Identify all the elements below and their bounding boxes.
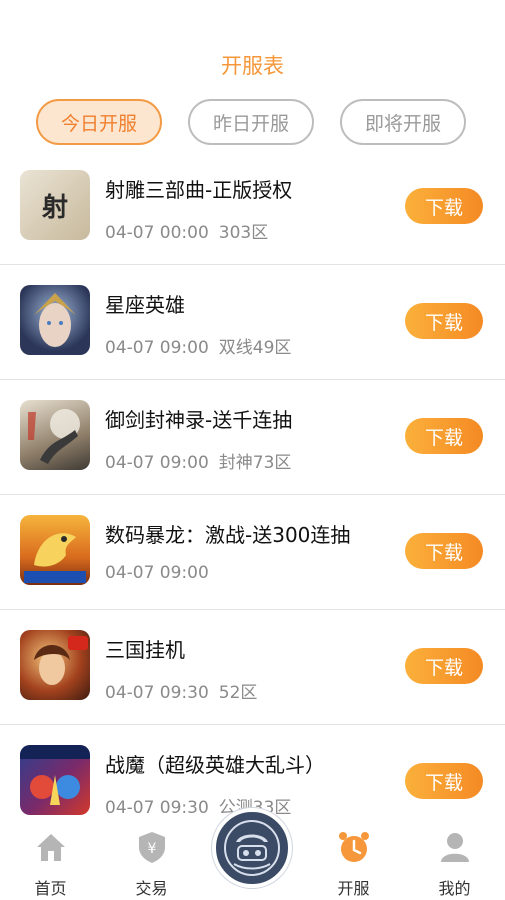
- download-button[interactable]: 下载: [405, 303, 483, 339]
- xingzuo-icon: [20, 285, 90, 355]
- list-item[interactable]: 星座英雄 04-07 09:00 双线49区 下载: [0, 265, 505, 380]
- home-icon: [36, 834, 65, 861]
- server-name: 303区: [218, 223, 269, 243]
- nav-label: 首页: [34, 879, 67, 898]
- list-item[interactable]: 三国挂机 04-07 09:30 52区 下载: [0, 610, 505, 725]
- game-meta: 04-07 09:00 封神73区: [105, 448, 291, 473]
- game-name: 御剑封神录-送千连抽: [105, 408, 293, 432]
- shield-yen-icon: ¥: [138, 832, 165, 863]
- open-time: 04-07 00:00: [105, 223, 209, 243]
- server-tabs: 今日开服 昨日开服 即将开服: [0, 99, 505, 145]
- game-meta: 04-07 00:00 303区: [105, 218, 268, 243]
- nav-home[interactable]: 首页: [0, 815, 101, 900]
- page-title: 开服表: [221, 54, 284, 78]
- user-icon: [440, 833, 469, 862]
- download-button[interactable]: 下载: [405, 533, 483, 569]
- nav-server[interactable]: 开服: [303, 815, 404, 900]
- open-time: 04-07 09:00: [105, 338, 209, 358]
- nav-mine[interactable]: 我的: [404, 815, 505, 900]
- tab-yesterday[interactable]: 昨日开服: [188, 99, 314, 145]
- nav-label: 我的: [438, 879, 471, 898]
- game-name: 战魔（超级英雄大乱斗）: [105, 753, 325, 777]
- center-logo-icon: [224, 820, 280, 876]
- tab-upcoming[interactable]: 即将开服: [340, 99, 466, 145]
- open-time: 04-07 09:00: [105, 563, 209, 583]
- download-button[interactable]: 下载: [405, 648, 483, 684]
- server-name: 52区: [218, 683, 258, 703]
- game-name: 数码暴龙：激战-送300连抽: [105, 523, 351, 547]
- open-time: 04-07 09:30: [105, 683, 209, 703]
- yujian-icon: [20, 400, 90, 470]
- download-button[interactable]: 下载: [405, 418, 483, 454]
- download-button[interactable]: 下载: [405, 188, 483, 224]
- download-button[interactable]: 下载: [405, 763, 483, 799]
- open-time: 04-07 09:00: [105, 453, 209, 473]
- zhanmo-icon: [20, 745, 90, 815]
- center-logo-button[interactable]: [212, 808, 292, 888]
- game-meta: 04-07 09:00 双线49区: [105, 333, 291, 358]
- nav-trade[interactable]: ¥ 交易: [101, 815, 202, 900]
- svg-text:¥: ¥: [147, 841, 156, 857]
- game-name: 三国挂机: [105, 638, 185, 662]
- nav-label: 交易: [135, 879, 168, 898]
- sanguo-icon: [20, 630, 90, 700]
- list-item[interactable]: 射 射雕三部曲-正版授权 04-07 00:00 303区 下载: [0, 150, 505, 265]
- tab-today[interactable]: 今日开服: [36, 99, 162, 145]
- game-meta: 04-07 09:00: [105, 563, 209, 583]
- shediao-icon: 射: [20, 170, 90, 240]
- nav-label: 开服: [337, 879, 370, 898]
- server-name: 封神73区: [218, 453, 292, 473]
- list-item[interactable]: 数码暴龙：激战-送300连抽 04-07 09:00 下载: [0, 495, 505, 610]
- server-name: 双线49区: [218, 338, 292, 358]
- shuma-icon: [20, 515, 90, 585]
- alarm-clock-icon: [338, 832, 369, 862]
- list-item[interactable]: 御剑封神录-送千连抽 04-07 09:00 封神73区 下载: [0, 380, 505, 495]
- game-meta: 04-07 09:30 52区: [105, 678, 257, 703]
- game-name: 星座英雄: [105, 293, 185, 317]
- game-name: 射雕三部曲-正版授权: [105, 178, 293, 202]
